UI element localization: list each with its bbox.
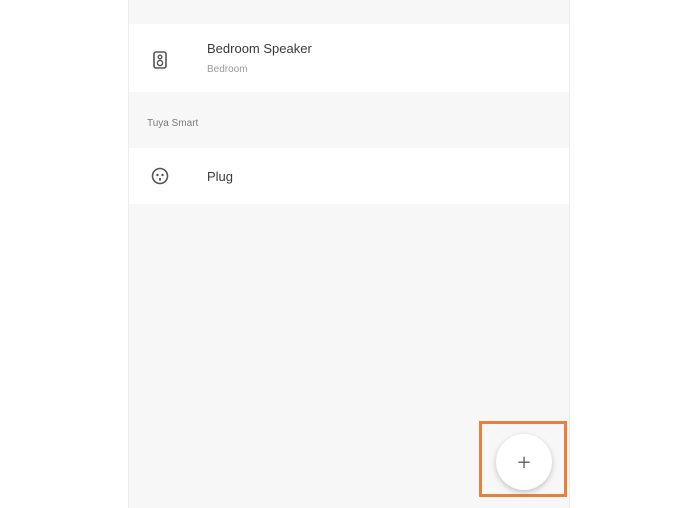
device-row-plug[interactable]: Plug: [129, 148, 569, 204]
top-strip: [129, 0, 569, 24]
device-row-bedroom-speaker[interactable]: Bedroom Speaker Bedroom: [129, 24, 569, 92]
device-title: Bedroom Speaker: [207, 41, 312, 56]
add-device-button[interactable]: +: [496, 434, 552, 490]
add-icon: +: [516, 451, 532, 473]
plug-icon: [151, 167, 169, 185]
section-header: Tuya Smart: [147, 118, 199, 129]
speaker-icon: [151, 51, 169, 69]
device-room: Bedroom: [207, 64, 248, 75]
device-title: Plug: [207, 169, 234, 184]
